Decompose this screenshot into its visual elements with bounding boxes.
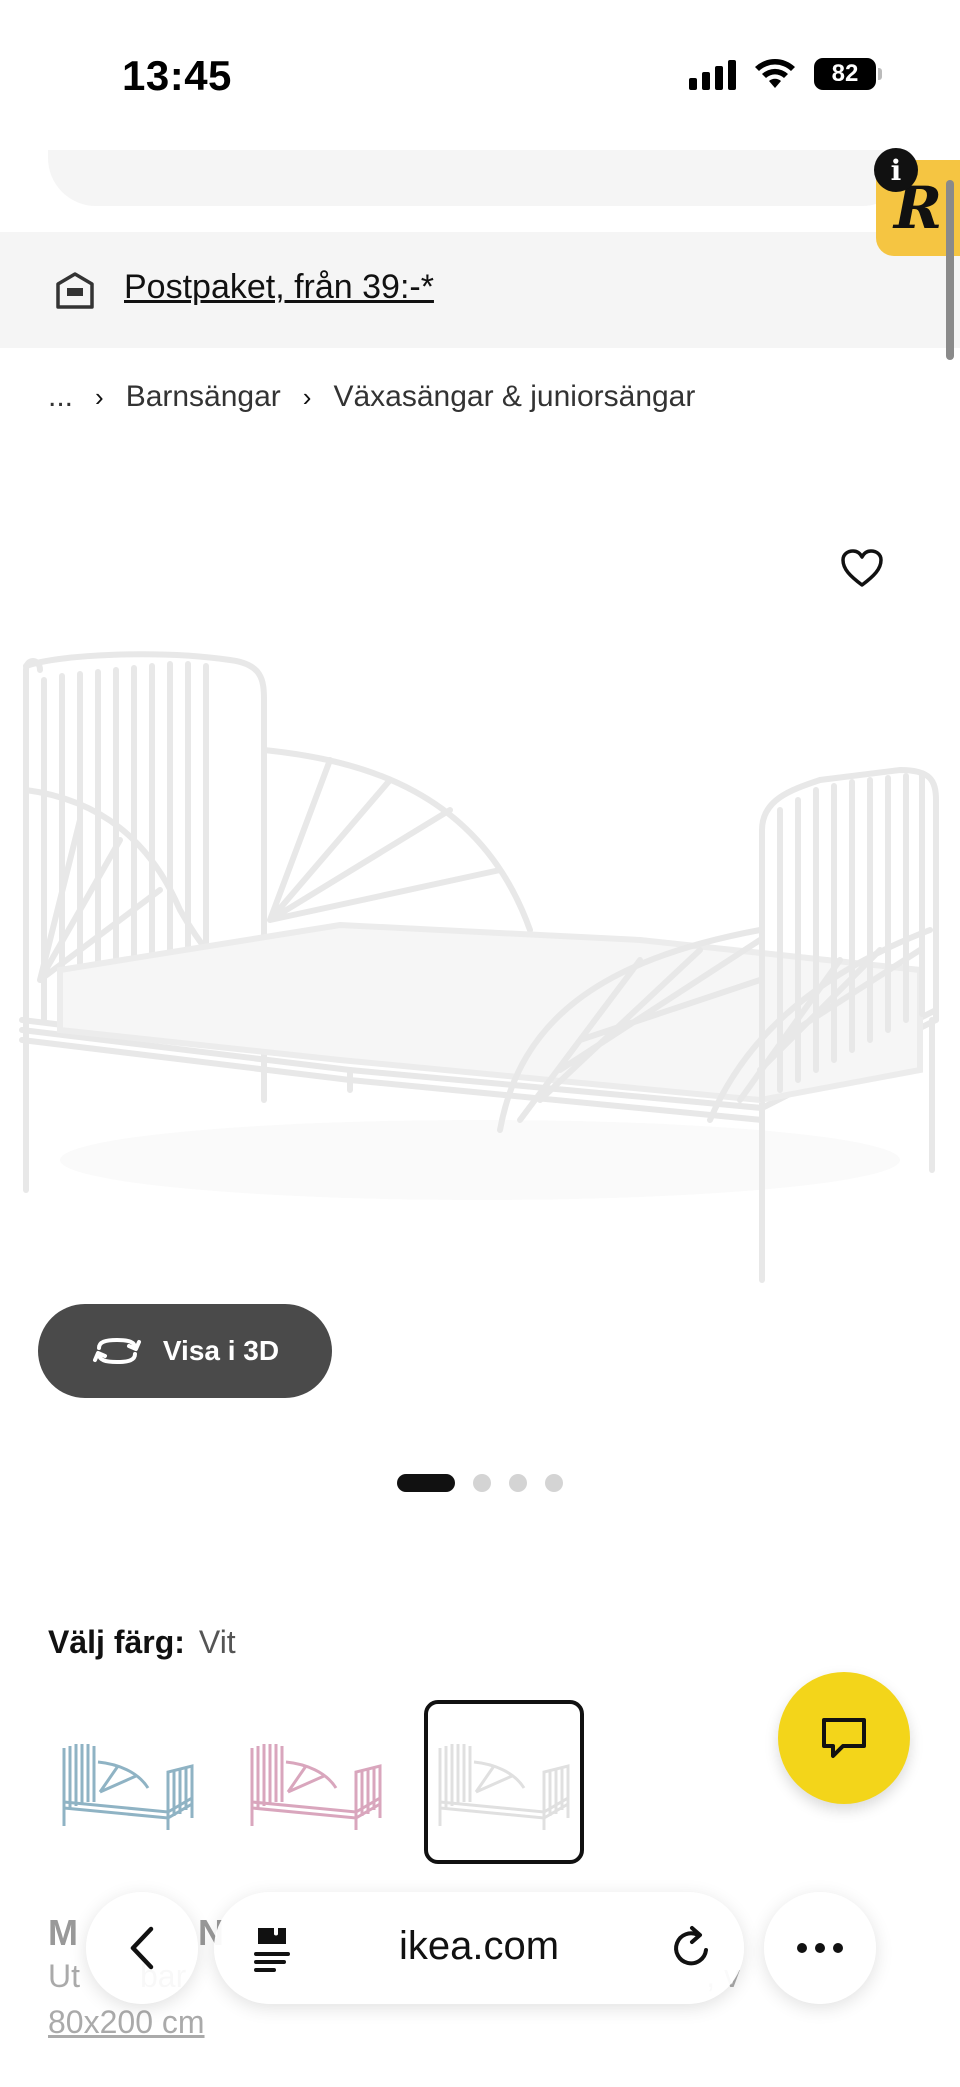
status-icons: 82 <box>689 58 882 90</box>
color-selector-header: Välj färg: Vit <box>48 1624 236 1661</box>
promo-banner[interactable]: Postpaket, från 39:-* <box>0 232 960 348</box>
more-dot <box>833 1943 843 1953</box>
battery-icon: 82 <box>814 58 882 90</box>
chevron-right-icon: › <box>95 381 104 412</box>
more-options-button[interactable] <box>764 1892 876 2004</box>
rotate-3d-icon <box>92 1337 141 1365</box>
chevron-right-icon: › <box>302 381 312 412</box>
more-dot <box>815 1943 825 1953</box>
wifi-icon <box>755 59 795 88</box>
breadcrumb: ... › Barnsängar › Växasängar & juniorsä… <box>48 380 695 414</box>
bed-thumbnail <box>438 1744 570 1830</box>
signal-icon <box>689 58 736 90</box>
breadcrumb-item-vaxasangar[interactable]: Växasängar & juniorsängar <box>333 380 695 414</box>
more-dot <box>797 1943 807 1953</box>
carousel-dot-4[interactable] <box>545 1474 563 1492</box>
promo-link[interactable]: Postpaket, från 39:-* <box>124 268 434 307</box>
status-bar: 13:45 82 <box>0 0 960 150</box>
url-text: ikea.com <box>398 1924 560 1968</box>
scroll-indicator <box>946 180 954 360</box>
product-image[interactable] <box>0 600 960 1300</box>
heart-icon[interactable] <box>840 548 884 588</box>
image-carousel-dots <box>0 1474 960 1492</box>
address-bar[interactable]: ikea.com <box>214 1892 744 2004</box>
bed-thumbnail <box>62 1744 194 1830</box>
carousel-dot-2[interactable] <box>473 1474 491 1492</box>
view-3d-label: Visa i 3D <box>162 1335 280 1366</box>
breadcrumb-item-barnsangar[interactable]: Barnsängar <box>126 380 281 414</box>
chat-button[interactable] <box>778 1672 910 1804</box>
swatch-pink[interactable] <box>236 1700 396 1864</box>
chevron-left-icon <box>130 1926 154 1970</box>
status-time: 13:45 <box>122 52 232 99</box>
shop-icon <box>56 272 94 309</box>
chat-icon <box>822 1718 866 1758</box>
reload-icon[interactable] <box>670 1924 714 1970</box>
color-value: Vit <box>198 1624 236 1660</box>
breadcrumb-ellipsis[interactable]: ... <box>48 380 73 414</box>
color-label: Välj färg: <box>48 1624 185 1660</box>
carousel-dot-3[interactable] <box>509 1474 527 1492</box>
color-swatches <box>48 1700 584 1864</box>
carousel-dot-1[interactable] <box>397 1474 455 1492</box>
back-button[interactable] <box>86 1892 198 2004</box>
swatch-white[interactable] <box>424 1700 584 1864</box>
view-3d-button[interactable]: Visa i 3D <box>38 1304 332 1398</box>
swatch-light-blue[interactable] <box>48 1700 208 1864</box>
bed-thumbnail <box>250 1744 382 1830</box>
battery-level: 82 <box>831 60 859 87</box>
info-icon[interactable]: i <box>874 148 918 192</box>
browser-toolbar: ikea.com <box>0 1892 960 2016</box>
